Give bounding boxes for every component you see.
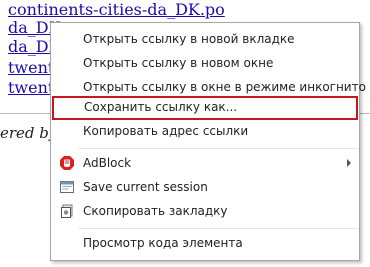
menu-separator xyxy=(79,228,359,229)
menu-adblock[interactable]: AdBlock xyxy=(51,152,359,174)
menu-item-label: Сохранить ссылку как... xyxy=(84,100,238,114)
page-footer-text: ered by xyxy=(0,124,58,142)
menu-item-label: Просмотр кода элемента xyxy=(83,236,243,250)
adblock-icon xyxy=(59,155,75,171)
menu-item-label: Скопировать закладку xyxy=(83,204,228,218)
session-icon xyxy=(59,179,75,195)
menu-open-new-tab[interactable]: Открыть ссылку в новой вкладке xyxy=(51,28,359,50)
context-menu: Открыть ссылку в новой вкладке Открыть с… xyxy=(50,22,366,261)
menu-item-label: AdBlock xyxy=(83,156,132,170)
menu-open-new-window[interactable]: Открыть ссылку в новом окне xyxy=(51,52,359,74)
menu-separator xyxy=(79,148,359,149)
submenu-arrow-icon xyxy=(347,159,351,167)
menu-item-label: Открыть ссылку в окне в режиме инкогнито xyxy=(83,80,366,94)
menu-item-label: Копировать адрес ссылки xyxy=(83,124,249,138)
menu-inspect-element[interactable]: Просмотр кода элемента xyxy=(51,232,359,254)
file-link-continents[interactable]: continents-cities-da_DK.po xyxy=(8,0,225,20)
menu-copy-link-address[interactable]: Копировать адрес ссылки xyxy=(51,120,359,142)
menu-item-label: Открыть ссылку в новой вкладке xyxy=(83,32,295,46)
menu-item-label: Save current session xyxy=(83,180,208,194)
menu-item-label: Открыть ссылку в новом окне xyxy=(83,56,274,70)
menu-save-link-as[interactable]: Сохранить ссылку как... xyxy=(52,96,358,120)
menu-copy-bookmark[interactable]: Скопировать закладку xyxy=(51,200,359,222)
menu-open-incognito[interactable]: Открыть ссылку в окне в режиме инкогнито xyxy=(51,76,366,98)
menu-save-session[interactable]: Save current session xyxy=(51,176,359,198)
bookmark-copy-icon xyxy=(59,203,75,219)
